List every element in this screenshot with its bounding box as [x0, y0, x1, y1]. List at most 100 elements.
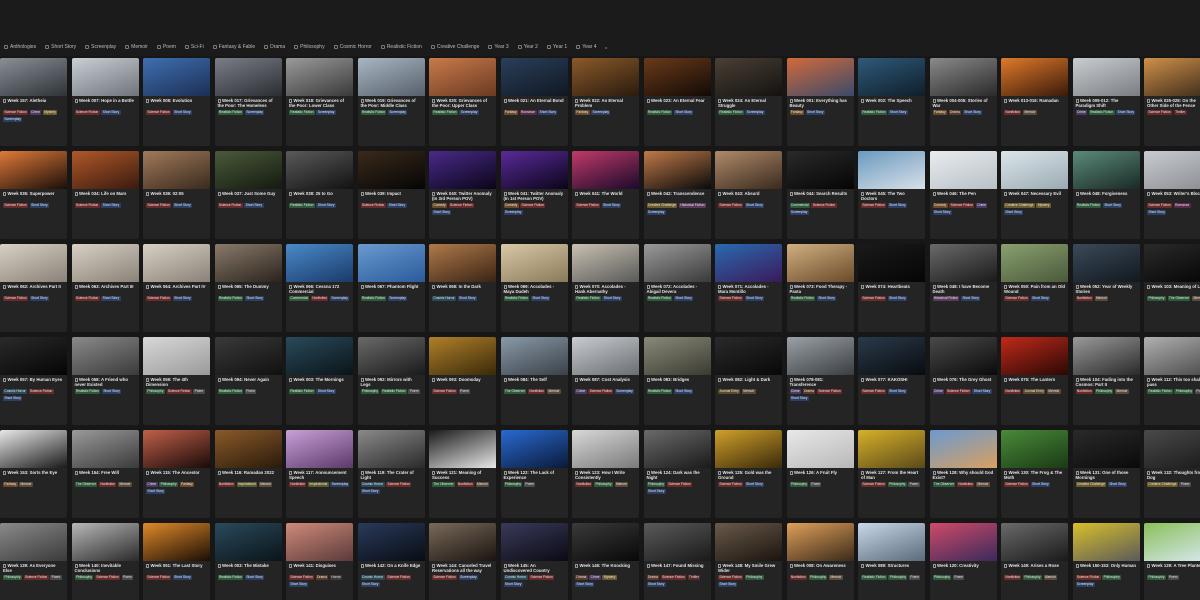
story-card[interactable]: Week 044: Search Results Commercial Scienc… — [786, 151, 854, 239]
story-card[interactable]: Week 120: Creativity Philosophy Poem — [929, 523, 997, 600]
story-card[interactable]: Week 115: The Ancestor Crime Philosophy Fan… — [143, 430, 210, 518]
checkbox-icon[interactable] — [430, 45, 435, 49]
story-card[interactable]: Week 059: The 4th Dimension Philosophy Sci… — [143, 337, 210, 425]
story-card[interactable]: Week 153: Sorts the Eye Fantasy Memoir — [0, 430, 67, 518]
story-card[interactable]: Week 076: The Grey Ghost Crime Science Fic… — [929, 337, 997, 425]
story-card[interactable]: Week 122: The Lack of Experience Philosop… — [500, 430, 568, 518]
filter-poem[interactable]: Poem — [156, 44, 176, 50]
story-card[interactable]: Week 077: KAKOSHI Science Fiction Short St… — [858, 337, 925, 425]
story-card[interactable]: Week 068: In the Dark Cosmic Horror Short … — [429, 244, 496, 332]
story-card[interactable]: Week 112: This too shall pass Realistic F… — [1144, 337, 1200, 425]
story-card[interactable]: Week 040: Twitter Anomaly (In 3rd Person… — [429, 151, 496, 239]
filter-year-2[interactable]: Year 2 — [517, 44, 538, 50]
story-card[interactable]: Week 125: Gold was the Ground Science Fic… — [715, 430, 782, 518]
filter-anthologies[interactable]: Anthologies — [4, 44, 36, 50]
story-card[interactable]: Week 038: 25 to Go Realistic Fiction Short… — [286, 151, 353, 239]
filter-short-story[interactable]: Short Story — [45, 44, 76, 50]
story-card[interactable]: Week 022: An Eternal Problem Fantasy Scree… — [572, 58, 639, 146]
story-card[interactable]: Week 139: As Everyone Else Philosophy Scie… — [0, 523, 67, 600]
story-card[interactable]: Week 073: Food Therapy - Pasta Realistic … — [786, 244, 854, 332]
story-card[interactable]: Week 046: The Pen Comedy Science Fiction Cr… — [929, 151, 997, 239]
story-card[interactable]: Week 142: On a Knife Edge Cosmic Horror Sc… — [357, 523, 425, 600]
checkbox-icon[interactable] — [546, 45, 551, 49]
story-card[interactable]: Week 141: Disguises Science Fiction Drama H… — [286, 523, 353, 600]
story-card[interactable]: Week 083: Bridges Realistic Fiction Short … — [643, 337, 711, 425]
story-card[interactable]: Week 065: The Dummy Realistic Fiction Shor… — [214, 244, 282, 332]
story-card[interactable]: Week 147: Found Missing Drama Science Fict… — [643, 523, 711, 600]
story-card[interactable]: Week 036: 02:05 Science Fiction Short Stor… — [143, 151, 210, 239]
story-card[interactable]: Week 121: Meaning of Success The Observer… — [429, 430, 496, 518]
story-card[interactable]: Week 157: Aletheia Science Fiction Crime My… — [0, 58, 67, 146]
story-card[interactable]: Week 057: By Human Eyes Cosmic Horror Scie… — [0, 337, 67, 425]
story-card[interactable]: Week 124: Dark was the Night Philosophy Sc… — [643, 430, 711, 518]
story-card[interactable]: Week 094: Never Again Realistic Fiction Po… — [214, 337, 282, 425]
story-card[interactable]: Week 008: Evolution Science Fiction Short … — [143, 58, 210, 146]
story-card[interactable]: Week 045: The Two Doctors Science Fiction… — [858, 151, 925, 239]
filter-year-3[interactable]: Year 3 — [488, 44, 509, 50]
story-card[interactable]: Week 058: A Friend who never Existed Real… — [71, 337, 139, 425]
story-card[interactable]: Week 144: Canceled Travel Reservations a… — [429, 523, 496, 600]
story-card[interactable]: Week 071: Accolades - Mara Montillo Scien… — [715, 244, 782, 332]
story-card[interactable]: Week 052: Year of Weekly Stories Nonficti… — [1072, 244, 1140, 332]
filter-screenplay[interactable]: Screenplay — [85, 44, 116, 50]
story-card[interactable]: Week 128: Why should God Exist? The Obser… — [929, 430, 997, 518]
story-card[interactable]: Week 117: Announcement Speech Nonfiction I… — [286, 430, 353, 518]
checkbox-icon[interactable] — [4, 45, 8, 49]
story-card[interactable]: Week 025-028: On the Other Side of the F… — [1144, 58, 1200, 146]
story-card[interactable]: Week 039: Impact Science Fiction Short Sto… — [357, 151, 425, 239]
filter-fantasy-fable[interactable]: Fantasy & Fable — [212, 44, 255, 50]
checkbox-icon[interactable] — [576, 45, 581, 49]
filter-realistic-fiction[interactable]: Realistic Fiction — [380, 44, 422, 50]
story-card[interactable]: Week 089: Structures Realistic Fiction Phi… — [858, 523, 925, 600]
story-card[interactable]: Week 020: Grievances of the Poor: Upper … — [429, 58, 496, 146]
story-card[interactable]: Week 127: From the Heart of Man Science F… — [858, 430, 925, 518]
story-card[interactable]: Week 123: How I Write Consistently Nonfic… — [572, 430, 639, 518]
story-card[interactable]: Week 042: Transcendence Creative Challeng… — [643, 151, 711, 239]
story-card[interactable]: Week 037: Just Some Guy Science Fiction Sh… — [214, 151, 282, 239]
checkbox-icon[interactable] — [333, 45, 338, 49]
story-card[interactable]: Week 154: Free Will The Observer Nonfictio… — [71, 430, 139, 518]
story-card[interactable]: Week 104: Fading into the Cosmos: Part I… — [1072, 337, 1140, 425]
checkbox-icon[interactable] — [264, 45, 269, 49]
story-card[interactable]: Week 008: On Awareness Nonfiction Philosop… — [786, 523, 854, 600]
story-card[interactable]: Week 050: Pain from an Old Wound Science … — [1001, 244, 1068, 332]
story-card[interactable]: Week 116: Ramadan 2022 Nonfiction Inspirat… — [214, 430, 282, 518]
filter-drama[interactable]: Drama — [264, 44, 285, 50]
story-card[interactable]: Week 074: Heartbeats Science Fiction Short… — [858, 244, 925, 332]
story-card[interactable]: Week 063: Archives Part III Science Ficti… — [71, 244, 139, 332]
story-card[interactable]: Week 021: An Eternal Bond Fantasy Romance S… — [500, 58, 568, 146]
story-card[interactable]: Week 053: Writer's Block Science Fiction R… — [1144, 151, 1200, 239]
story-card[interactable]: Week 048: I have Become Death Historical … — [929, 244, 997, 332]
story-card[interactable]: Week 082: Light & Dark Journal Entry Memoi… — [715, 337, 782, 425]
filter-creative-challenge[interactable]: Creative Challenge — [430, 44, 479, 50]
filter-year-4[interactable]: Year 4 — [576, 44, 596, 50]
story-card[interactable]: Week 041: The World Science Fiction Short … — [572, 151, 639, 239]
checkbox-icon[interactable] — [517, 45, 522, 49]
story-card[interactable]: Week 149: Arises a Rose Nonfiction Philoso… — [1001, 523, 1068, 600]
story-card[interactable]: Week 103: Meaning of Life Philosophy The O… — [1144, 244, 1200, 332]
story-card[interactable]: Week 003: The Mistake Realistic Fiction Sh… — [214, 523, 282, 600]
checkbox-icon[interactable] — [184, 45, 189, 49]
story-card[interactable]: Week 093: Doomsday Science Fiction Poem — [429, 337, 496, 425]
checkbox-icon[interactable] — [488, 45, 493, 49]
checkbox-icon[interactable] — [294, 45, 299, 49]
story-card[interactable]: Week 148: My Smile Grew Wider Science Fic… — [715, 523, 782, 600]
filter-sci-fi[interactable]: Sci-Fi — [184, 44, 204, 50]
story-card[interactable]: Week 051: The Last Story Science Fiction S… — [143, 523, 210, 600]
story-card[interactable]: Week 130: The Frog & The Moth Science Fic… — [1001, 430, 1068, 518]
filter-memoir[interactable]: Memoir — [125, 44, 148, 50]
story-card[interactable]: Week 072: Accolades - Abigail Devera Real… — [643, 244, 711, 332]
story-card[interactable]: Week 131: One of those Mornings Creative … — [1072, 430, 1140, 518]
story-card[interactable]: Week 132: Thoughts from a DogCreative Ch… — [1144, 430, 1200, 518]
story-card[interactable]: Week 018: Grievances of the Poor: Lower … — [286, 58, 353, 146]
story-card[interactable]: Week 087: Cost Analysis Crime Science Fict… — [572, 337, 639, 425]
story-card[interactable]: Week 145: An Undiscovered Country Cosmic … — [500, 523, 568, 600]
story-card[interactable]: Week 017: Grievances of the Poor: The Ho… — [214, 58, 282, 146]
story-card[interactable]: Week 002: The Speech Realistic Fiction Sho… — [858, 58, 925, 146]
story-card[interactable]: Week 067: Phantom Flight Realistic Fictio… — [357, 244, 425, 332]
story-card[interactable]: Week 146: The Knocking Drama Crime Mystery S… — [572, 523, 639, 600]
story-card[interactable]: Week 078-081: Transference Crime Drama Scie… — [786, 337, 854, 425]
story-card[interactable]: Week 092: Mirrors with Legs Philosophy Rea… — [357, 337, 425, 425]
story-card[interactable]: Week 129: A Tree Planter Philosophy Poem — [1144, 523, 1200, 600]
story-card[interactable]: Week 035: Superpower Science Fiction Short… — [0, 151, 67, 239]
